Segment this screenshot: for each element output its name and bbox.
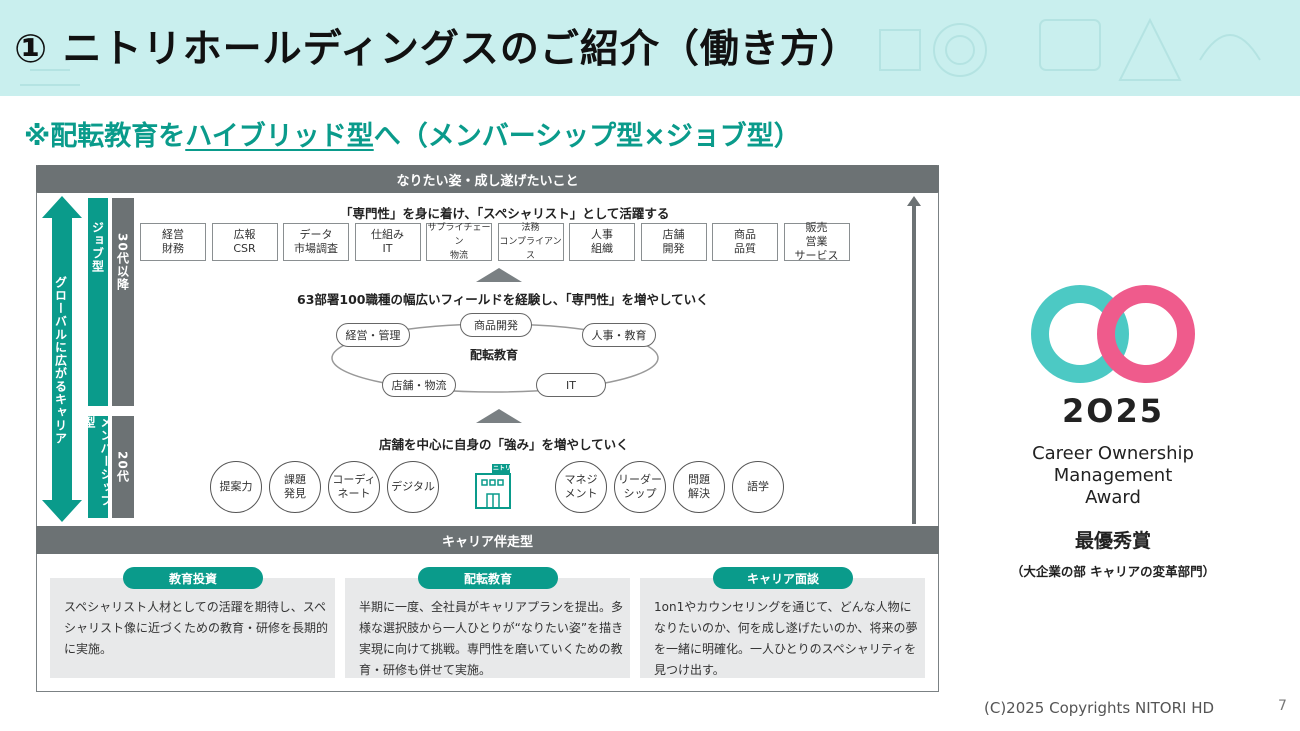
subtitle-underlined: ハイブリッド型 [185,121,374,152]
skill-circle: 語学 [732,461,784,513]
rotation-item: IT [536,373,606,397]
card-tag: 配転教育 [418,567,558,589]
field-box: サプライチェーン 物流 [426,223,492,261]
store-sign-label: ニトリ [493,465,512,472]
card-tag: 教育投資 [123,567,263,589]
award-name-line: Career Ownership [1032,443,1194,464]
subtitle-prefix: ※配転教育を [24,121,186,152]
copyright: (C)2025 Copyrights NITORI HD [984,699,1215,717]
card-text: スペシャリスト人材としての活躍を期待し、スペシャリスト像に近づくための教育・研修… [64,600,329,656]
skill-circle: リーダー シップ [614,461,666,513]
membership-type-label: メンバーシップ型 [82,416,113,507]
card-text: 半期に一度、全社員がキャリアプランを提出。多様な選択肢から一人ひとりが“なりたい… [359,600,624,677]
field-box: 人事 組織 [569,223,635,261]
field-box: 商品 品質 [712,223,778,261]
award-logo-icon [1031,285,1195,383]
page-number: 7 [1278,698,1287,714]
skill-circle: コーディ ネート [328,461,380,513]
rotation-item: 店舗・物流 [382,373,456,397]
membership-type-bar: メンバーシップ型 [82,416,113,518]
field-box: 販売 営業 サービス [783,221,850,262]
slide-title: ① ニトリホールディングスのご紹介（働き方） [14,27,860,72]
upward-arrow [907,196,921,524]
award-year: 2O25 [1062,392,1164,430]
age-20-bar: 20代 [112,416,134,518]
store-heading: 店舗を中心に自身の「強み」を増やしていく [379,437,629,452]
rotation-center-label: 配転教育 [470,348,519,362]
career-support-bar: キャリア伴走型 [36,526,939,554]
store-building-icon: ニトリ [472,462,514,510]
field-box: データ 市場調査 [283,223,349,261]
field-box: 仕組み IT [354,223,421,261]
skill-circle: デジタル [387,461,439,513]
skill-circle: 課題 発見 [269,461,321,513]
header-banner: ① ニトリホールディングスのご紹介（働き方） [0,0,1300,96]
specialist-heading: 「専門性」を身に着け、「スペシャリスト」として活躍する [340,206,670,221]
card-tag: キャリア面談 [713,567,853,589]
skill-circle: マネジ メント [555,461,607,513]
global-career-label: グローバルに広がるキャリア [53,275,68,445]
award-name-line: Award [1085,487,1141,508]
job-type-bar: ジョブ型 [88,198,108,406]
field-heading: 63部署100職種の幅広いフィールドを経験し、「専門性」を増やしていく [297,292,709,307]
age-30-label: 30代以降 [115,233,130,291]
award-department: （大企業の部 キャリアの変革部門） [1010,564,1216,579]
up-triangle-1 [476,268,522,282]
award-prize: 最優秀賞 [1074,530,1151,552]
award-name: Career Ownership Management Award [1000,443,1226,509]
field-box: 店舗 開発 [640,223,707,261]
skill-circle: 問題 解決 [673,461,725,513]
age-20-label: 20代 [115,451,130,483]
job-type-label: ジョブ型 [90,221,105,273]
goal-bar: なりたい姿・成し遂げたいこと [36,165,939,193]
subtitle: ※配転教育をハイブリッド型へ（メンバーシップ型×ジョブ型） [24,114,801,153]
award-name-line: Management [1053,465,1173,486]
card-text: 1on1やカウンセリングを通じて、どんな人物になりたいのか、何を成し遂げたいのか… [654,600,918,677]
rotation-item: 経営・管理 [336,323,410,347]
field-box: 法務 コンプライアンス [497,223,564,261]
rotation-item: 商品開発 [460,313,532,337]
field-box: 経営 財務 [140,223,206,261]
field-box: 広報 CSR [211,223,278,261]
up-triangle-2 [476,409,522,423]
subtitle-suffix: へ（メンバーシップ型×ジョブ型） [373,121,801,152]
age-30-bar: 30代以降 [112,198,134,406]
skill-circle: 提案力 [210,461,262,513]
rotation-item: 人事・教育 [582,323,656,347]
